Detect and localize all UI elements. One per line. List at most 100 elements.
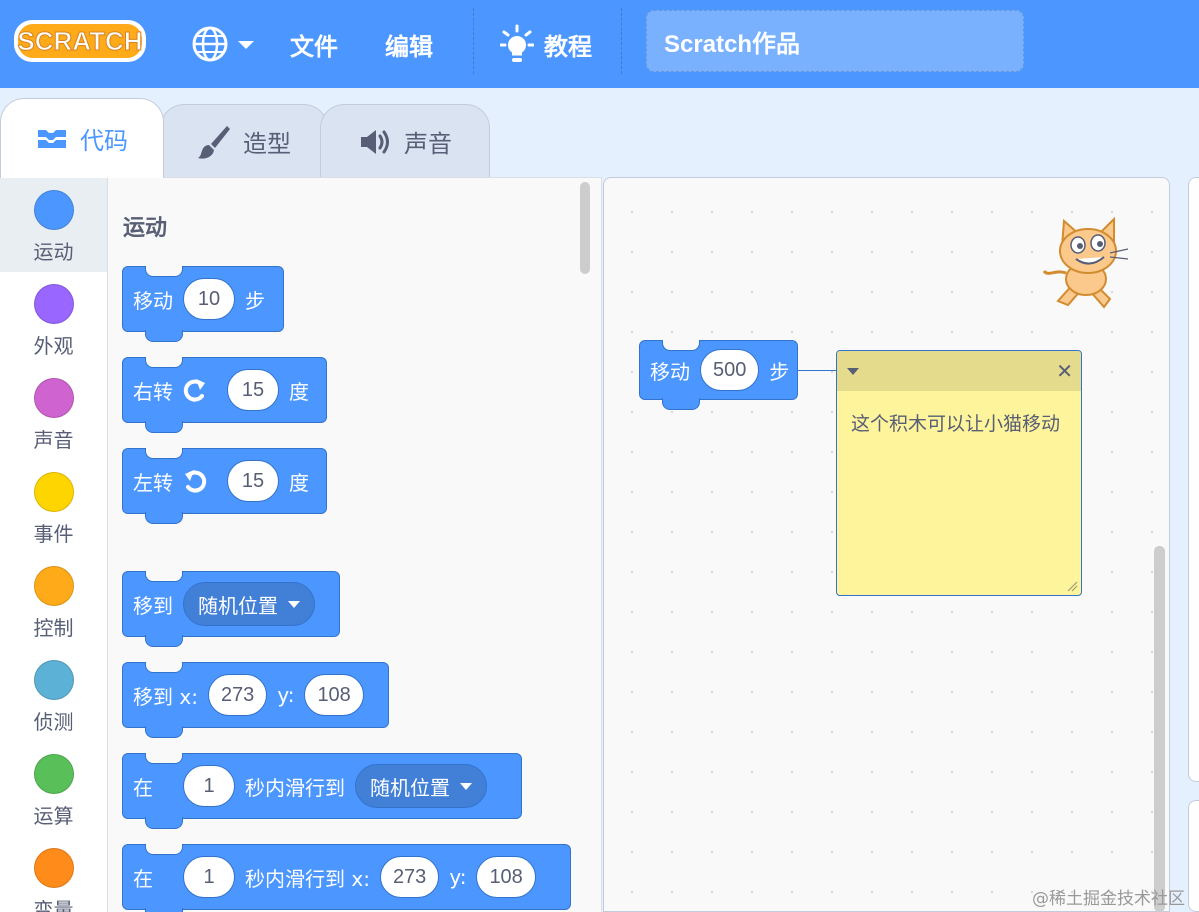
glide-xy-block[interactable]: 在 1 秒内滑行到 x: 273 y: 108	[122, 844, 571, 912]
tutorials-label: 教程	[544, 33, 592, 61]
block-label: 度	[289, 470, 309, 495]
block-label: 移到	[133, 593, 173, 618]
sprite-panel	[1188, 800, 1199, 912]
category-menu: 运动 外观 声音 事件 控制 侦测 运算 变量	[0, 177, 108, 912]
category-control[interactable]: 控制	[0, 554, 107, 648]
workspace-scrollbar[interactable]	[1154, 546, 1165, 912]
block-label: 移动	[650, 359, 690, 384]
tutorials-button[interactable]: 教程	[500, 0, 592, 88]
block-label: 度	[289, 379, 309, 404]
block-label: 秒内滑行到 x:	[245, 866, 370, 891]
category-sensing[interactable]: 侦测	[0, 648, 107, 742]
block-label: 左转	[133, 470, 173, 495]
file-menu-label: 文件	[290, 33, 338, 61]
stage-panel	[1188, 177, 1199, 782]
category-sound[interactable]: 声音	[0, 366, 107, 460]
brush-icon	[197, 124, 231, 160]
category-dot	[33, 848, 74, 888]
block-label: 移到 x:	[133, 684, 198, 709]
tab-code-label: 代码	[80, 128, 128, 155]
block-label: 秒内滑行到	[245, 775, 345, 800]
category-looks[interactable]: 外观	[0, 272, 107, 366]
category-events[interactable]: 事件	[0, 460, 107, 554]
close-icon[interactable]: ✕	[1056, 359, 1073, 383]
category-label: 变量	[33, 898, 74, 912]
category-label: 外观	[33, 334, 74, 358]
sprite-cat-icon	[1038, 213, 1134, 313]
tab-sounds-label: 声音	[404, 131, 452, 158]
tab-sounds[interactable]: 声音	[320, 104, 490, 178]
y-input[interactable]: 108	[304, 674, 364, 716]
file-menu[interactable]: 文件	[290, 0, 338, 88]
category-motion[interactable]: 运动	[0, 178, 107, 272]
palette-section-title: 运动	[123, 216, 168, 241]
scratch-logo[interactable]: SCRATCH	[12, 16, 148, 66]
workspace-move-block[interactable]: 移动 500 步	[639, 340, 798, 410]
goto-xy-block[interactable]: 移到 x: 273 y: 108	[122, 662, 389, 738]
lightbulb-icon	[500, 24, 534, 62]
category-label: 运算	[33, 804, 74, 828]
block-comment[interactable]: ✕ 这个积木可以让小猫移动	[836, 350, 1082, 596]
steps-input[interactable]: 10	[183, 278, 235, 320]
tab-costumes[interactable]: 造型	[160, 104, 328, 178]
block-label: 步	[769, 359, 790, 384]
resize-handle-icon[interactable]	[1066, 580, 1078, 592]
palette-scrollbar[interactable]	[580, 182, 590, 274]
dropdown-value: 随机位置	[198, 593, 278, 618]
rotate-left-icon	[181, 467, 209, 495]
category-dot	[33, 754, 74, 794]
target-dropdown[interactable]: 随机位置	[183, 582, 315, 626]
language-menu[interactable]	[190, 0, 258, 88]
tab-code[interactable]: 代码	[0, 98, 164, 178]
turn-left-block[interactable]: 左转 15 度	[122, 448, 327, 524]
menu-divider	[621, 8, 622, 74]
degrees-input[interactable]: 15	[227, 369, 279, 411]
edit-menu[interactable]: 编辑	[385, 0, 433, 88]
category-label: 声音	[33, 428, 74, 452]
comment-text[interactable]: 这个积木可以让小猫移动	[837, 391, 1081, 454]
seconds-input[interactable]: 1	[183, 765, 235, 807]
category-label: 事件	[33, 522, 74, 546]
seconds-input[interactable]: 1	[183, 856, 235, 898]
comment-header[interactable]: ✕	[837, 351, 1081, 391]
project-title-input[interactable]: Scratch作品	[646, 10, 1024, 72]
turn-right-block[interactable]: 右转 15 度	[122, 357, 327, 433]
goto-block[interactable]: 移到 随机位置	[122, 571, 340, 647]
category-label: 侦测	[33, 710, 74, 734]
menu-divider	[473, 8, 474, 74]
globe-icon	[192, 26, 254, 62]
block-label: 在	[133, 866, 153, 891]
category-variables[interactable]: 变量	[0, 836, 107, 912]
category-dot	[33, 378, 74, 418]
code-icon	[36, 127, 68, 151]
category-dot	[33, 190, 74, 230]
block-label: y:	[449, 865, 467, 889]
glide-block[interactable]: 在 1 秒内滑行到 随机位置	[122, 753, 522, 829]
watermark: @稀土掘金技术社区	[1032, 889, 1185, 909]
chevron-down-icon	[288, 600, 300, 608]
degrees-input[interactable]: 15	[227, 460, 279, 502]
rotate-right-icon	[181, 376, 209, 404]
move-steps-block[interactable]: 移动 10 步	[122, 266, 284, 342]
comment-connector	[798, 370, 838, 371]
collapse-icon[interactable]	[847, 367, 859, 375]
category-label: 运动	[33, 240, 74, 264]
block-label: y:	[277, 683, 295, 707]
x-input[interactable]: 273	[379, 856, 440, 898]
category-dot	[33, 660, 74, 700]
category-dot	[33, 566, 74, 606]
y-input[interactable]: 108	[476, 856, 536, 898]
category-dot	[33, 472, 74, 512]
category-label: 控制	[33, 616, 74, 640]
menu-bar: SCRATCH 文件 编辑 教程 Scratch作品	[0, 0, 1199, 88]
steps-input[interactable]: 500	[700, 349, 760, 391]
category-operators[interactable]: 运算	[0, 742, 107, 836]
target-dropdown[interactable]: 随机位置	[355, 764, 487, 808]
block-label: 步	[245, 288, 265, 313]
speaker-icon	[358, 127, 392, 157]
edit-menu-label: 编辑	[385, 33, 433, 61]
category-dot	[33, 284, 74, 324]
block-label: 右转	[133, 379, 173, 404]
tab-costumes-label: 造型	[243, 131, 291, 158]
x-input[interactable]: 273	[207, 674, 268, 716]
